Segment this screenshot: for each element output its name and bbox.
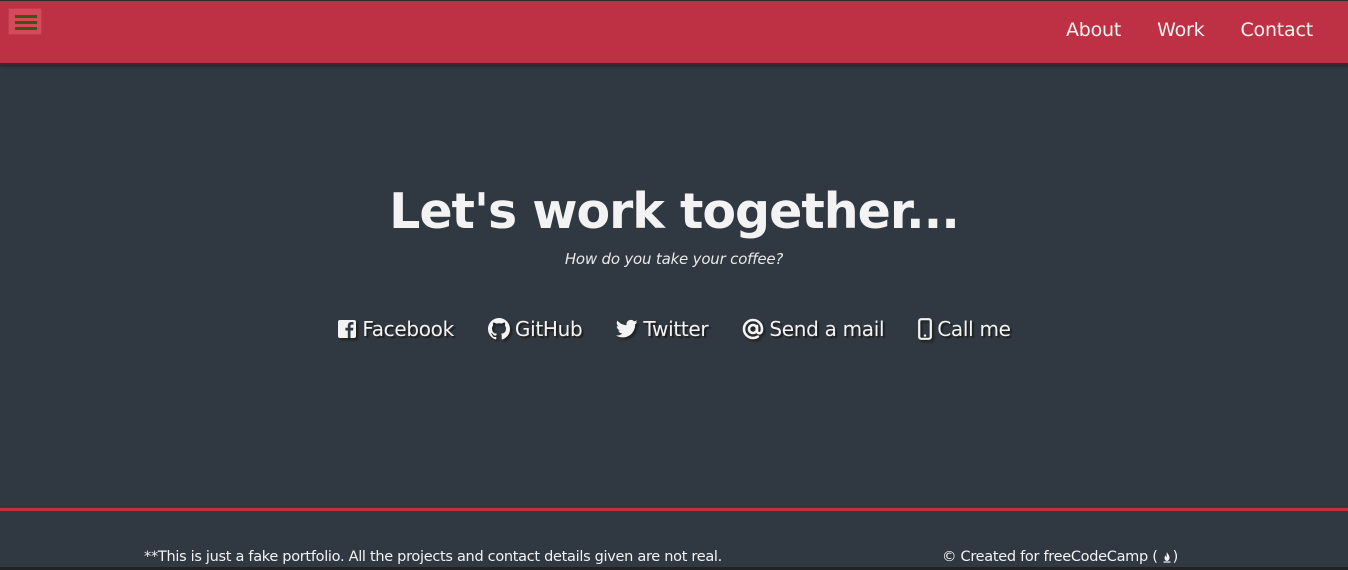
nav-links: About Work Contact (1030, 19, 1313, 41)
hero-title: Let's work together... (389, 183, 960, 240)
menu-bar (15, 15, 37, 18)
footer-credit-text[interactable]: © Created for freeCodeCamp ( (942, 549, 1158, 565)
contact-link-label: GitHub (514, 317, 583, 341)
contact-link-twitter[interactable]: Twitter (616, 317, 709, 341)
contact-link-label: Call me (937, 317, 1011, 341)
freecodecamp-fire-icon (1163, 552, 1171, 563)
contact-link-mail[interactable]: Send a mail (742, 317, 885, 341)
contact-link-phone[interactable]: Call me (918, 317, 1011, 341)
hamburger-menu-icon[interactable] (8, 8, 42, 35)
contact-link-label: Send a mail (769, 317, 885, 341)
menu-bar (15, 27, 37, 30)
footer-credit-end: ) (1172, 549, 1179, 565)
mobile-phone-icon (918, 318, 933, 340)
menu-bar (15, 21, 37, 24)
contact-link-facebook[interactable]: Facebook (337, 317, 454, 341)
nav-link-about[interactable]: About (1066, 19, 1121, 41)
footer-disclaimer: **This is just a fake portfolio. All the… (144, 549, 722, 565)
contact-link-github[interactable]: GitHub (487, 317, 583, 341)
nav-link-work[interactable]: Work (1157, 19, 1205, 41)
twitter-icon (616, 319, 639, 338)
contact-section: Let's work together... How do you take y… (0, 65, 1348, 508)
at-sign-icon (743, 318, 764, 340)
github-icon (487, 318, 510, 340)
footer-credit: © Created for freeCodeCamp ( ) (942, 549, 1178, 565)
contact-links: Facebook GitHub Twitter Send a mail Call… (0, 317, 1348, 341)
hero-subtitle: How do you take your coffee? (564, 250, 784, 268)
contact-link-label: Facebook (362, 317, 454, 341)
footer: **This is just a fake portfolio. All the… (0, 508, 1348, 570)
facebook-icon (338, 320, 357, 338)
navbar: About Work Contact (0, 0, 1348, 65)
nav-link-contact[interactable]: Contact (1240, 19, 1313, 41)
contact-link-label: Twitter (643, 317, 709, 341)
